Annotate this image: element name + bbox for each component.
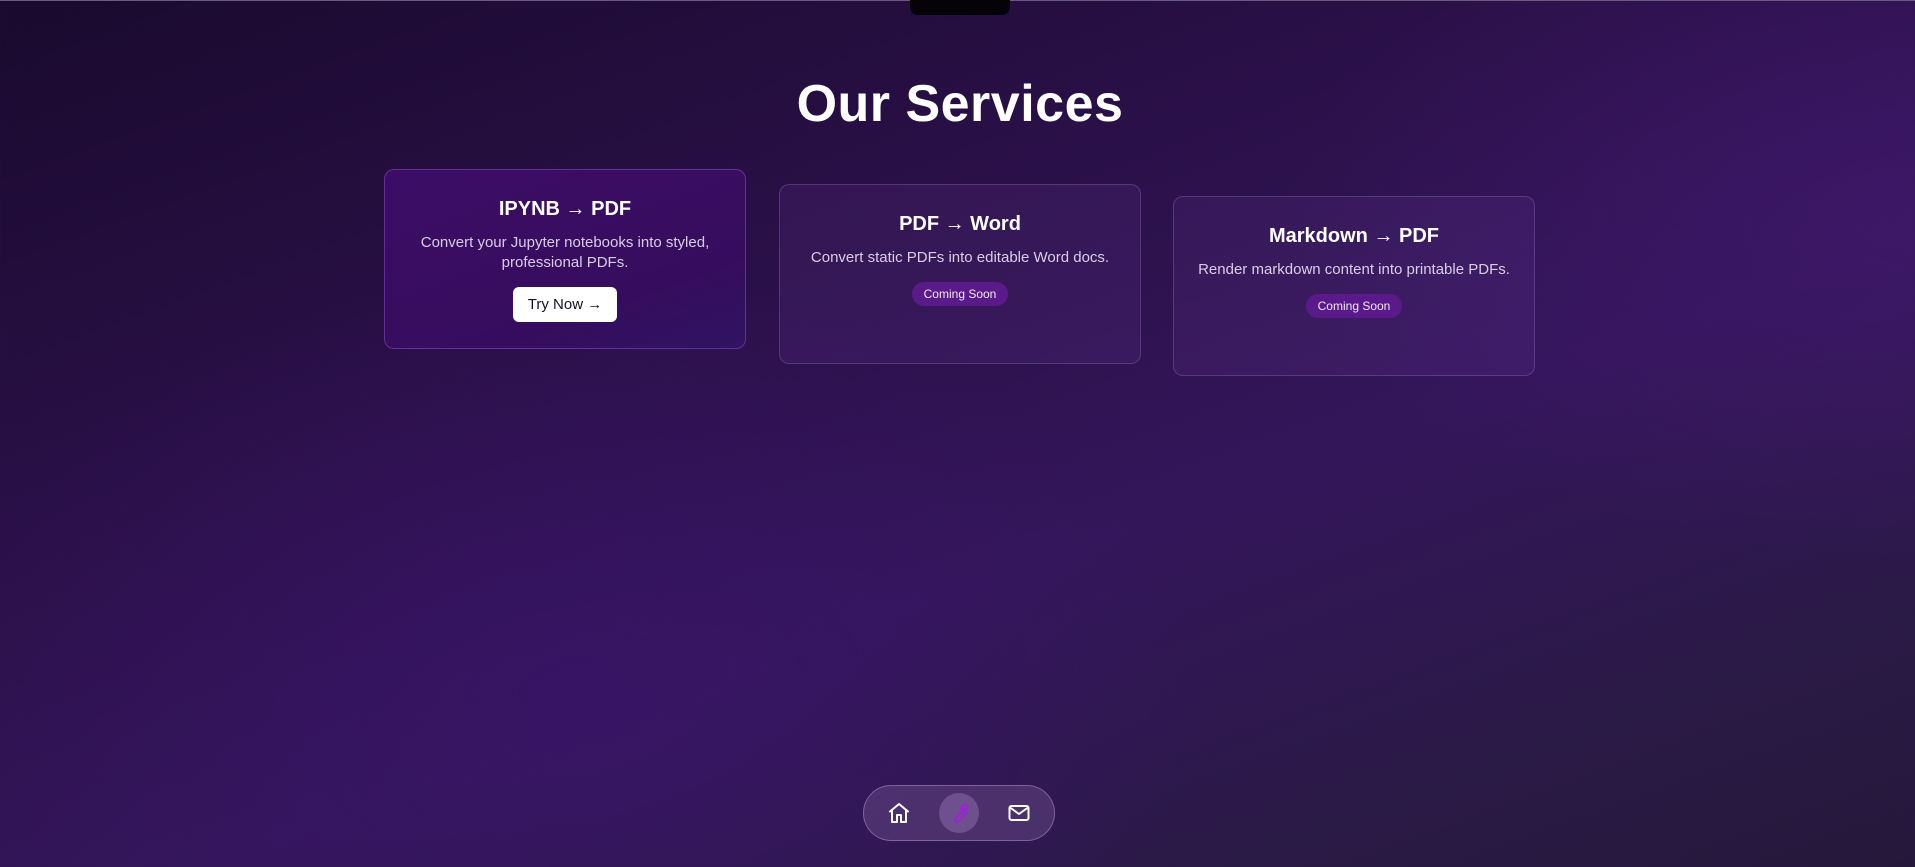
service-description: Convert static PDFs into editable Word d… <box>810 249 1110 266</box>
coming-soon-badge: Coming Soon <box>1305 294 1403 318</box>
service-description: Convert your Jupyter notebooks into styl… <box>420 234 710 271</box>
service-title: IPYNB → PDF <box>498 198 632 220</box>
try-now-button[interactable]: Try Now → <box>512 287 618 322</box>
service-title: PDF → Word <box>899 213 1021 235</box>
service-description: Render markdown content into printable P… <box>1198 261 1510 278</box>
service-card-markdown-pdf: Markdown → PDF Render markdown content i… <box>1173 196 1535 376</box>
bottom-dock <box>863 785 1055 841</box>
page-title: Our Services <box>796 75 1124 133</box>
service-title: Markdown → PDF <box>1268 225 1439 247</box>
service-card-pdf-word: PDF → Word Convert static PDFs into edit… <box>779 184 1141 364</box>
mail-icon <box>1008 805 1030 821</box>
home-icon <box>889 803 909 823</box>
dock-item-home[interactable] <box>879 793 919 833</box>
service-card-ipynb-pdf: IPYNB → PDF Convert your Jupyter noteboo… <box>384 169 746 349</box>
coming-soon-badge: Coming Soon <box>911 282 1009 306</box>
dock-item-services[interactable] <box>939 793 979 833</box>
top-notch <box>910 0 1010 15</box>
wrench-icon <box>954 803 969 823</box>
dock-item-contact[interactable] <box>999 793 1039 833</box>
